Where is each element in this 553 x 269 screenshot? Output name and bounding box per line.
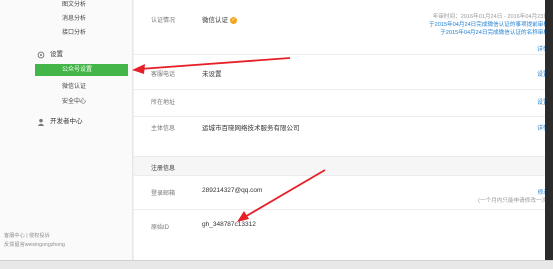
sidebar-footer: 客服中心 | 侵权投诉 反馈留言weixingongzhong <box>4 232 65 249</box>
annual-review-time: 年审时间：2016年01月24日 - 2016年04月23日 <box>432 14 549 20</box>
verify-status: 微信认证 ✓ <box>202 14 237 24</box>
row-original-id: 原始ID gh_348787c13312 <box>134 210 553 240</box>
row-label: 认证情况 <box>151 18 176 24</box>
app-frame: 图文分析 消息分析 接口分析 设置 公众号设置 微信认证 安全中心 开发者中心 … <box>0 0 553 269</box>
subject-value: 运城市百晓网络技术服务有限公司 <box>202 125 300 132</box>
sidebar-section-label: 设置 <box>50 51 63 58</box>
row-label: 主体信息 <box>151 126 176 132</box>
login-email-value: 289214327@qq.com <box>202 187 263 194</box>
footer-links[interactable]: 客服中心 | 侵权投诉 <box>4 232 65 241</box>
row-label: 所在地址 <box>151 100 176 106</box>
sidebar-item-message-analysis[interactable]: 消息分析 <box>0 13 133 25</box>
section-title: 注册信息 <box>151 166 176 172</box>
sidebar: 图文分析 消息分析 接口分析 设置 公众号设置 微信认证 安全中心 开发者中心 … <box>0 0 133 260</box>
original-id-value: gh_348787c13312 <box>202 221 256 228</box>
sidebar-section-developer[interactable]: 开发者中心 <box>0 116 133 128</box>
gear-icon <box>37 51 45 59</box>
window-edge <box>545 0 553 260</box>
annual-review-info: 年审时间：2016年01月24日 - 2016年04月23日 于2015年04月… <box>349 13 549 37</box>
row-address: 所在地址 设置 <box>134 90 553 117</box>
email-modify: 修改 (一个月内只能申请修改一次) <box>478 189 549 205</box>
row-label: 登录邮箱 <box>151 191 176 197</box>
email-modify-note: (一个月内只能申请修改一次) <box>478 198 549 204</box>
row-subject-info: 主体信息 运城市百晓网络技术服务有限公司 详情 <box>134 117 553 156</box>
sidebar-item-wechat-verify[interactable]: 微信认证 <box>0 81 133 93</box>
sidebar-item-api-analysis[interactable]: 接口分析 <box>0 27 133 39</box>
row-label: 客服电话 <box>151 72 176 78</box>
sidebar-section-label: 开发者中心 <box>50 118 83 125</box>
annual-review-note: 于2015年04月24日完成微信认证的事项提前审核 <box>429 22 549 28</box>
service-phone-value: 未设置 <box>202 71 222 78</box>
sidebar-item-article-analysis[interactable]: 图文分析 <box>0 0 133 11</box>
row-service-phone: 客服电话 未设置 设置 <box>134 55 553 90</box>
main-panel: 认证情况 微信认证 ✓ 年审时间：2016年01月24日 - 2016年04月23… <box>134 0 553 260</box>
row-label: 原始ID <box>151 225 170 231</box>
row-verification: 认证情况 微信认证 ✓ 年审时间：2016年01月24日 - 2016年04月23… <box>134 0 553 55</box>
annual-review-note: 于2015年04月24日完成微信认证的名称审核 <box>440 30 549 36</box>
footer-feedback: 反馈留言weixingongzhong <box>4 241 65 248</box>
sidebar-item-security-center[interactable]: 安全中心 <box>0 96 133 108</box>
bottom-bar <box>0 260 553 269</box>
sidebar-section-settings[interactable]: 设置 <box>0 49 133 61</box>
email-modify-link[interactable]: 修改 <box>478 189 549 197</box>
user-icon <box>37 118 45 126</box>
sidebar-item-account-settings[interactable]: 公众号设置 <box>35 64 128 76</box>
verified-check-icon: ✓ <box>230 16 237 24</box>
register-info-header: 注册信息 <box>134 156 553 176</box>
verify-status-text: 微信认证 <box>202 17 228 24</box>
